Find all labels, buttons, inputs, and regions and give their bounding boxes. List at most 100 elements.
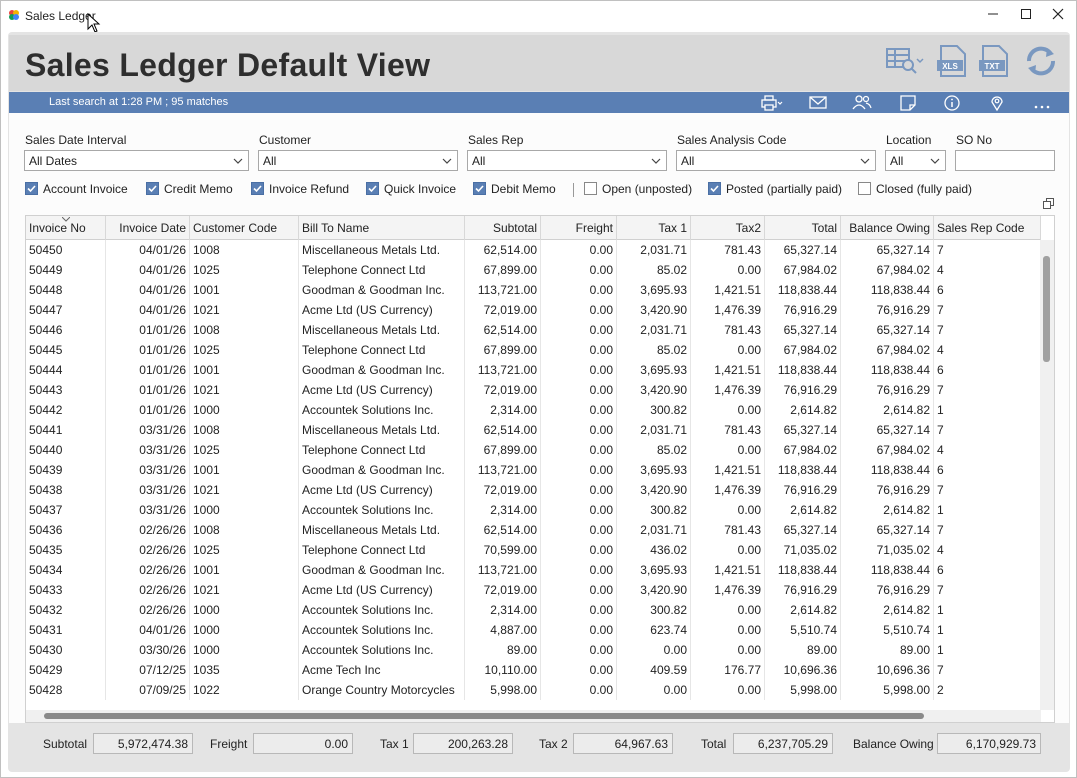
cell-customer-code: 1000	[190, 620, 299, 640]
cell-bill-to-name: Telephone Connect Ltd	[299, 540, 465, 560]
table-row[interactable]: 50446 01/01/26 1008 Miscellaneous Metals Lt…	[26, 320, 1041, 340]
customer-select[interactable]: All	[258, 150, 458, 171]
cell-balance-owing: 65,327.14	[841, 420, 934, 440]
table-row[interactable]: 50434 02/26/26 1001 Goodman & Goodman Inc. 1…	[26, 560, 1041, 580]
col-total[interactable]: Total	[765, 216, 841, 240]
print-icon[interactable]	[759, 93, 785, 112]
cell-invoice-no: 50436	[26, 520, 106, 540]
vertical-scrollbar[interactable]	[1040, 240, 1054, 710]
cell-tax2: 0.00	[691, 680, 765, 700]
location-pin-icon[interactable]	[984, 93, 1010, 112]
table-row[interactable]: 50428 07/09/25 1022 Orange Country Motorcyc…	[26, 680, 1041, 700]
cell-invoice-date: 01/01/26	[106, 400, 190, 420]
svg-text:XLS: XLS	[942, 62, 958, 71]
cell-balance-owing: 76,916.29	[841, 300, 934, 320]
table-row[interactable]: 50443 01/01/26 1021 Acme Ltd (US Currency) 7…	[26, 380, 1041, 400]
checkbox-label: Posted (partially paid)	[726, 182, 843, 196]
cell-bill-to-name: Acme Tech Inc	[299, 660, 465, 680]
col-invoice-date[interactable]: Invoice Date	[106, 216, 190, 240]
vertical-scroll-thumb[interactable]	[1043, 256, 1050, 362]
col-sales-rep-code[interactable]: Sales Rep Code	[934, 216, 1041, 240]
cell-sales-rep-code: 1	[934, 620, 1041, 640]
table-row[interactable]: 50442 01/01/26 1000 Accountek Solutions Inc…	[26, 400, 1041, 420]
cell-bill-to-name: Telephone Connect Ltd	[299, 340, 465, 360]
cell-tax2: 1,421.51	[691, 280, 765, 300]
col-balance-owing[interactable]: Balance Owing	[841, 216, 934, 240]
horizontal-scroll-thumb[interactable]	[44, 713, 924, 719]
table-row[interactable]: 50432 02/26/26 1000 Accountek Solutions Inc…	[26, 600, 1041, 620]
cell-balance-owing: 67,984.02	[841, 340, 934, 360]
cell-subtotal: 2,314.00	[465, 600, 541, 620]
table-row[interactable]: 50444 01/01/26 1001 Goodman & Goodman Inc. 1…	[26, 360, 1041, 380]
table-row[interactable]: 50445 01/01/26 1025 Telephone Connect Ltd 67…	[26, 340, 1041, 360]
cell-invoice-no: 50435	[26, 540, 106, 560]
cell-invoice-no: 50447	[26, 300, 106, 320]
col-tax1[interactable]: Tax 1	[617, 216, 691, 240]
checkbox-box	[858, 182, 871, 195]
close-button[interactable]	[1043, 5, 1073, 25]
refresh-icon[interactable]	[1021, 43, 1061, 79]
so-no-input[interactable]	[955, 150, 1055, 171]
cell-freight: 0.00	[541, 380, 617, 400]
cell-invoice-date: 04/01/26	[106, 240, 190, 260]
table-row[interactable]: 50440 03/31/26 1025 Telephone Connect Ltd 67…	[26, 440, 1041, 460]
grid-search-icon[interactable]	[885, 43, 925, 79]
cell-bill-to-name: Goodman & Goodman Inc.	[299, 360, 465, 380]
col-customer-code[interactable]: Customer Code	[190, 216, 299, 240]
cell-total: 89.00	[765, 640, 841, 660]
table-row[interactable]: 50431 04/01/26 1000 Accountek Solutions Inc…	[26, 620, 1041, 640]
cell-subtotal: 4,887.00	[465, 620, 541, 640]
col-freight[interactable]: Freight	[541, 216, 617, 240]
sales-rep-select[interactable]: All	[467, 150, 667, 171]
table-row[interactable]: 50447 04/01/26 1021 Acme Ltd (US Currency) 7…	[26, 300, 1041, 320]
table-row[interactable]: 50449 04/01/26 1025 Telephone Connect Ltd 67…	[26, 260, 1041, 280]
table-row[interactable]: 50448 04/01/26 1001 Goodman & Goodman Inc. 1…	[26, 280, 1041, 300]
email-icon[interactable]	[805, 93, 831, 112]
cell-bill-to-name: Accountek Solutions Inc.	[299, 640, 465, 660]
cell-subtotal: 62,514.00	[465, 320, 541, 340]
more-options-icon[interactable]	[1029, 93, 1055, 112]
cell-tax1: 85.02	[617, 440, 691, 460]
table-row[interactable]: 50435 02/26/26 1025 Telephone Connect Ltd 70…	[26, 540, 1041, 560]
note-icon[interactable]	[895, 93, 921, 112]
cell-customer-code: 1025	[190, 440, 299, 460]
table-row[interactable]: 50437 03/31/26 1000 Accountek Solutions Inc…	[26, 500, 1041, 520]
sales-analysis-select[interactable]: All	[676, 150, 876, 171]
txt-export-icon[interactable]: TXT	[975, 43, 1015, 79]
info-icon[interactable]	[939, 93, 965, 112]
cell-tax2: 1,476.39	[691, 480, 765, 500]
cell-total: 65,327.14	[765, 240, 841, 260]
cell-customer-code: 1001	[190, 360, 299, 380]
table-row[interactable]: 50439 03/31/26 1001 Goodman & Goodman Inc. 1…	[26, 460, 1041, 480]
minimize-button[interactable]	[978, 5, 1008, 25]
location-select[interactable]: All	[885, 150, 946, 171]
restore-layout-icon[interactable]	[1042, 197, 1055, 210]
table-row[interactable]: 50430 03/30/26 1000 Accountek Solutions Inc…	[26, 640, 1041, 660]
cell-tax2: 781.43	[691, 520, 765, 540]
cell-customer-code: 1008	[190, 240, 299, 260]
users-icon[interactable]	[849, 93, 875, 112]
cell-balance-owing: 118,838.44	[841, 280, 934, 300]
table-row[interactable]: 50438 03/31/26 1021 Acme Ltd (US Currency) 7…	[26, 480, 1041, 500]
horizontal-scrollbar[interactable]	[26, 710, 1041, 722]
cell-tax1: 3,695.93	[617, 360, 691, 380]
table-row[interactable]: 50450 04/01/26 1008 Miscellaneous Metals Lt…	[26, 240, 1041, 260]
col-bill-to-name[interactable]: Bill To Name	[299, 216, 465, 240]
maximize-button[interactable]	[1011, 5, 1041, 25]
table-row[interactable]: 50436 02/26/26 1008 Miscellaneous Metals Lt…	[26, 520, 1041, 540]
balance-owing-value: 6,170,929.73	[937, 733, 1041, 754]
table-row[interactable]: 50429 07/12/25 1035 Acme Tech Inc 10,110.00 0…	[26, 660, 1041, 680]
table-row[interactable]: 50441 03/31/26 1008 Miscellaneous Metals Lt…	[26, 420, 1041, 440]
cell-total: 2,614.82	[765, 600, 841, 620]
xls-export-icon[interactable]: XLS	[933, 43, 973, 79]
cell-freight: 0.00	[541, 320, 617, 340]
cell-sales-rep-code: 4	[934, 540, 1041, 560]
page-header: Sales Ledger Default View XLS TXT	[9, 35, 1069, 91]
so-no-label: SO No	[956, 133, 993, 147]
cell-invoice-date: 03/31/26	[106, 480, 190, 500]
col-subtotal[interactable]: Subtotal	[465, 216, 541, 240]
date-interval-select[interactable]: All Dates	[24, 150, 249, 171]
table-row[interactable]: 50433 02/26/26 1021 Acme Ltd (US Currency) 7…	[26, 580, 1041, 600]
cell-invoice-no: 50444	[26, 360, 106, 380]
col-tax2[interactable]: Tax2	[691, 216, 765, 240]
